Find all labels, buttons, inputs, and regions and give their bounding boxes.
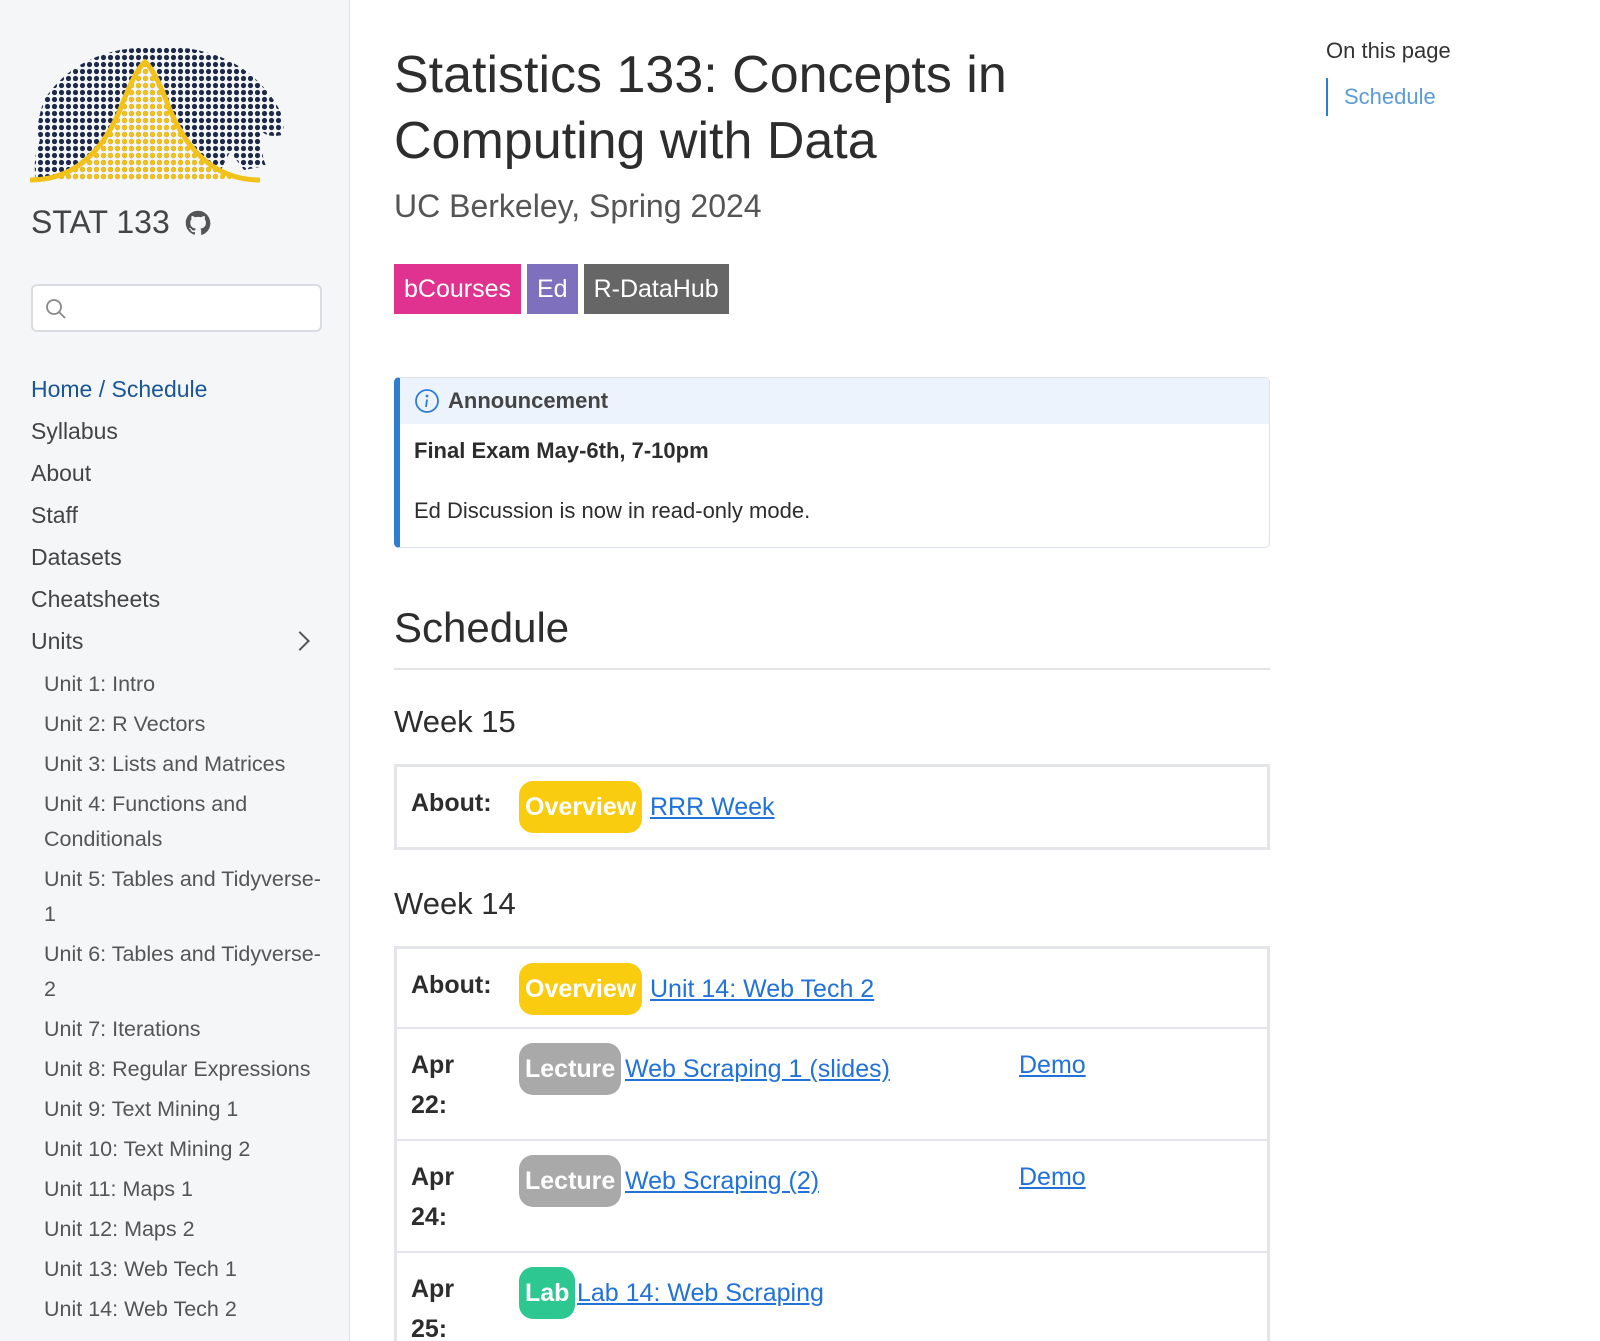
- sidebar-unit-6[interactable]: Unit 6: Tables and Tidyverse-2: [44, 934, 331, 1009]
- rrr-week-link[interactable]: RRR Week: [650, 781, 775, 833]
- sidebar-unit-5[interactable]: Unit 5: Tables and Tidyverse-1: [44, 859, 331, 934]
- sidebar: STAT 133 Home / Schedule Syllabus About …: [0, 0, 350, 1341]
- week-14-heading: Week 14: [394, 886, 516, 921]
- overview-tag: Overview: [519, 963, 643, 1015]
- announcement-heading: Announcement: [448, 388, 609, 413]
- toc-heading: On this page: [1326, 38, 1451, 63]
- sidebar-item-staff[interactable]: Staff: [31, 494, 331, 536]
- row-date-label: Apr 24:: [411, 1157, 454, 1237]
- ed-badge[interactable]: Ed: [527, 264, 578, 314]
- sidebar-unit-10[interactable]: Unit 10: Text Mining 2: [44, 1129, 331, 1169]
- lecture-tag: Lecture: [519, 1043, 622, 1095]
- overview-tag: Overview: [519, 781, 643, 833]
- table-row: About: Overview Unit 14: Web Tech 2: [397, 949, 1267, 1029]
- demo-link[interactable]: Demo: [1019, 1151, 1086, 1203]
- announcement-line: Ed Discussion is now in read-only mode.: [414, 498, 811, 523]
- table-row: Apr 22: Lecture Web Scraping 1 (slides) …: [397, 1029, 1267, 1141]
- site-title-text[interactable]: STAT 133: [31, 204, 170, 241]
- web-scraping-1-link[interactable]: Web Scraping 1 (slides): [625, 1043, 890, 1095]
- row-label: About:: [411, 971, 492, 999]
- table-row: Apr 24: Lecture Web Scraping (2) Demo: [397, 1141, 1267, 1253]
- sidebar-item-datasets[interactable]: Datasets: [31, 536, 331, 578]
- sidebar-unit-12[interactable]: Unit 12: Maps 2: [44, 1209, 331, 1249]
- sidebar-unit-3[interactable]: Unit 3: Lists and Matrices: [44, 744, 331, 784]
- sidebar-unit-8[interactable]: Unit 8: Regular Expressions: [44, 1049, 331, 1089]
- search-input[interactable]: [31, 284, 322, 332]
- sidebar-unit-7[interactable]: Unit 7: Iterations: [44, 1009, 331, 1049]
- toc-list: Schedule: [1326, 78, 1576, 116]
- sidebar-unit-14[interactable]: Unit 14: Web Tech 2: [44, 1289, 331, 1329]
- sidebar-item-units-label[interactable]: Units: [31, 620, 83, 662]
- sidebar-unit-1[interactable]: Unit 1: Intro: [44, 664, 331, 704]
- row-date-month: Apr: [411, 1275, 455, 1303]
- row-date-month: Apr: [411, 1051, 455, 1079]
- lab-14-link[interactable]: Lab 14: Web Scraping: [577, 1267, 824, 1319]
- chevron-right-icon[interactable]: [290, 631, 310, 651]
- row-date-month: Apr: [411, 1163, 455, 1191]
- web-scraping-2-link[interactable]: Web Scraping (2): [625, 1155, 819, 1207]
- row-label: About:: [411, 789, 492, 817]
- sidebar-unit-2[interactable]: Unit 2: R Vectors: [44, 704, 331, 744]
- table-row: About: Overview RRR Week: [397, 767, 1267, 847]
- sidebar-unit-11[interactable]: Unit 11: Maps 1: [44, 1169, 331, 1209]
- bear-logo[interactable]: [30, 40, 292, 188]
- sidebar-unit-13[interactable]: Unit 13: Web Tech 1: [44, 1249, 331, 1289]
- bcourses-badge[interactable]: bCourses: [394, 264, 521, 314]
- row-date-day: 22:: [411, 1091, 448, 1119]
- github-icon[interactable]: [184, 209, 212, 237]
- demo-link[interactable]: Demo: [1019, 1039, 1086, 1091]
- sidebar-item-syllabus[interactable]: Syllabus: [31, 410, 331, 452]
- sidebar-item-about[interactable]: About: [31, 452, 331, 494]
- sidebar-nav: Home / Schedule Syllabus About Staff Dat…: [31, 368, 331, 1329]
- sidebar-unit-4[interactable]: Unit 4: Functions and Conditionals: [44, 784, 331, 859]
- sidebar-item-units[interactable]: Units: [31, 620, 331, 662]
- badge-links: bCourses Ed R-DataHub: [394, 264, 729, 314]
- lab-tag: Lab: [519, 1267, 576, 1319]
- page-subtitle: UC Berkeley, Spring 2024: [394, 188, 762, 224]
- r-datahub-badge[interactable]: R-DataHub: [583, 264, 729, 314]
- row-date-label: Apr 22:: [411, 1045, 454, 1125]
- search-icon: [46, 299, 66, 319]
- row-date-day: 25:: [411, 1315, 448, 1341]
- toc: On this page Schedule: [1326, 38, 1576, 116]
- announcement-header: Announcement: [400, 378, 1269, 424]
- site-title[interactable]: STAT 133: [31, 204, 212, 241]
- toc-item-schedule[interactable]: Schedule: [1344, 84, 1436, 109]
- week-15-table: About: Overview RRR Week: [394, 764, 1270, 850]
- units-subnav: Unit 1: Intro Unit 2: R Vectors Unit 3: …: [44, 664, 331, 1329]
- lecture-tag: Lecture: [519, 1155, 622, 1207]
- announcement-bold-line: Final Exam May-6th, 7-10pm: [414, 438, 709, 463]
- week-15-heading: Week 15: [394, 704, 516, 739]
- table-row: Apr 25: Lab Lab 14: Web Scraping: [397, 1253, 1267, 1341]
- week-14-table: About: Overview Unit 14: Web Tech 2 Apr …: [394, 946, 1270, 1341]
- sidebar-item-home-schedule[interactable]: Home / Schedule: [31, 368, 331, 410]
- unit-14-link[interactable]: Unit 14: Web Tech 2: [650, 963, 874, 1015]
- schedule-heading: Schedule: [394, 604, 1270, 670]
- row-date-day: 24:: [411, 1203, 448, 1231]
- announcement-callout: Announcement Final Exam May-6th, 7-10pm …: [394, 377, 1270, 548]
- info-icon: [415, 389, 439, 413]
- sidebar-item-cheatsheets[interactable]: Cheatsheets: [31, 578, 331, 620]
- sidebar-unit-9[interactable]: Unit 9: Text Mining 1: [44, 1089, 331, 1129]
- announcement-body: Final Exam May-6th, 7-10pm Ed Discussion…: [400, 424, 1269, 534]
- row-date-label: Apr 25:: [411, 1269, 454, 1341]
- page-title: Statistics 133: Concepts in Computing wi…: [394, 46, 1007, 170]
